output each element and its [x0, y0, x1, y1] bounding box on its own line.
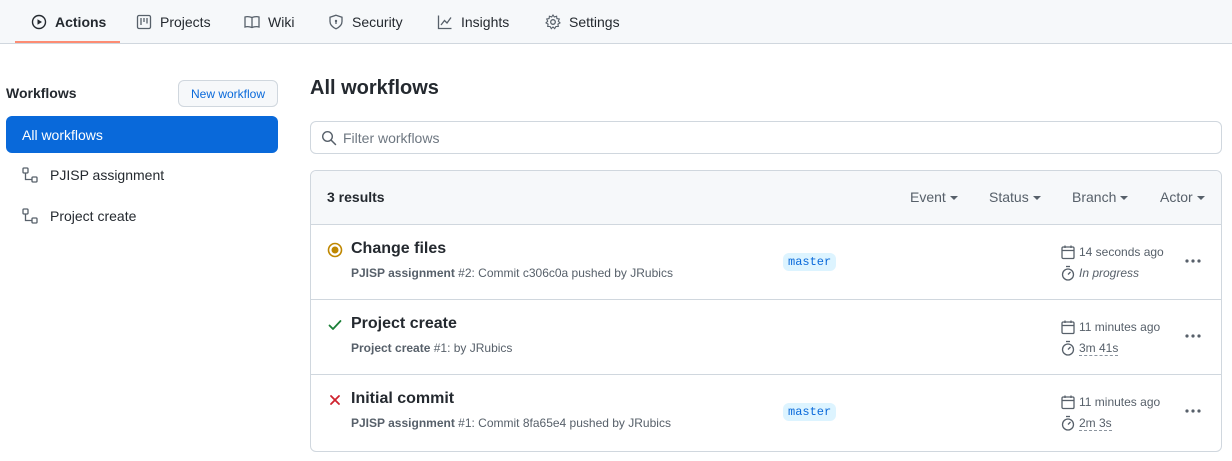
workflow-run-row[interactable]: Initial commit PJISP assignment #1: Comm…: [311, 375, 1221, 450]
shield-icon: [328, 14, 344, 30]
search-icon: [321, 130, 337, 146]
filter-label: Status: [989, 189, 1029, 205]
chevron-down-icon: [1032, 196, 1041, 200]
filter-label: Branch: [1072, 189, 1117, 205]
sidebar-title: Workflows: [6, 85, 77, 101]
workflow-runs-list: 3 results Event Status Branch Actor Chan…: [310, 170, 1222, 452]
sidebar-item-label: Project create: [50, 207, 137, 224]
workflow-icon: [22, 166, 38, 183]
run-meta: Project create #1: by JRubics: [351, 341, 512, 355]
sidebar-item-project-create[interactable]: Project create: [6, 197, 278, 234]
chevron-down-icon: [949, 196, 958, 200]
kebab-horizontal-icon[interactable]: [1184, 327, 1202, 345]
sidebar-item-label: PJISP assignment: [50, 166, 165, 183]
new-workflow-button[interactable]: New workflow: [178, 80, 278, 107]
calendar-icon: [1060, 319, 1076, 335]
calendar-icon: [1060, 394, 1076, 410]
x-icon: [327, 392, 343, 408]
tab-settings[interactable]: Settings: [545, 0, 620, 44]
in-progress-icon: [327, 242, 343, 258]
filter-workflows-input[interactable]: [343, 126, 1203, 150]
kebab-horizontal-icon[interactable]: [1184, 252, 1202, 270]
actor-filter-dropdown[interactable]: Actor: [1160, 189, 1205, 205]
run-duration: In progress: [1060, 265, 1139, 281]
results-count: 3 results: [327, 189, 385, 205]
run-title-link[interactable]: Change files: [351, 240, 446, 258]
run-detail: #1: Commit 8fa65e4 pushed by JRubics: [454, 416, 671, 430]
filter-box: [310, 121, 1222, 154]
stopwatch-icon: [1060, 340, 1076, 356]
project-icon: [136, 14, 152, 30]
run-workflow-name: PJISP assignment: [351, 416, 455, 430]
branch-label[interactable]: master: [783, 403, 837, 421]
kebab-horizontal-icon[interactable]: [1184, 402, 1202, 420]
run-detail: #2: Commit c306c0a pushed by JRubics: [454, 266, 673, 280]
tab-label: Actions: [55, 14, 107, 30]
tab-label: Insights: [461, 14, 510, 30]
run-started: 14 seconds ago: [1060, 244, 1164, 260]
page-title: All workflows: [310, 77, 439, 99]
run-started: 11 minutes ago: [1060, 319, 1160, 335]
filter-label: Event: [910, 189, 946, 205]
run-title-link[interactable]: Initial commit: [351, 390, 454, 408]
run-time-ago: 11 minutes ago: [1079, 395, 1161, 409]
run-time-ago: 11 minutes ago: [1079, 320, 1161, 334]
status-filter-dropdown[interactable]: Status: [989, 189, 1041, 205]
tab-actions[interactable]: Actions: [31, 0, 106, 44]
tab-security[interactable]: Security: [328, 0, 403, 44]
run-workflow-name: PJISP assignment: [351, 266, 455, 280]
run-duration-value: 2m 3s: [1079, 415, 1112, 431]
tab-insights[interactable]: Insights: [437, 0, 509, 44]
repo-tab-nav: Actions Projects Wiki Security Insights …: [0, 0, 1232, 44]
run-time-ago: 14 seconds ago: [1079, 245, 1164, 259]
run-duration-value: 3m 41s: [1079, 340, 1119, 356]
tab-wiki[interactable]: Wiki: [244, 0, 294, 44]
branch-filter-dropdown[interactable]: Branch: [1072, 189, 1129, 205]
run-duration-value: In progress: [1079, 266, 1140, 280]
calendar-icon: [1060, 244, 1076, 260]
graph-icon: [437, 14, 453, 30]
book-icon: [244, 14, 260, 30]
tab-projects[interactable]: Projects: [136, 0, 211, 44]
sidebar-item-pjisp-assignment[interactable]: PJISP assignment: [6, 156, 278, 193]
check-icon: [327, 317, 343, 333]
run-meta: PJISP assignment #1: Commit 8fa65e4 push…: [351, 416, 671, 430]
chevron-down-icon: [1196, 196, 1205, 200]
play-icon: [31, 14, 47, 30]
run-started: 11 minutes ago: [1060, 394, 1160, 410]
tab-label: Wiki: [268, 14, 295, 30]
run-detail: #1: by JRubics: [430, 341, 513, 355]
stopwatch-icon: [1060, 265, 1076, 281]
tab-label: Security: [352, 14, 403, 30]
run-meta: PJISP assignment #2: Commit c306c0a push…: [351, 266, 673, 280]
run-duration: 3m 41s: [1060, 340, 1119, 356]
workflow-run-row[interactable]: Project create Project create #1: by JRu…: [311, 300, 1221, 375]
run-duration: 2m 3s: [1060, 415, 1112, 431]
tab-label: Projects: [160, 14, 211, 30]
results-header: 3 results Event Status Branch Actor: [311, 171, 1221, 225]
sidebar-item-all-workflows[interactable]: All workflows: [6, 116, 278, 153]
tab-label: Settings: [569, 14, 620, 30]
stopwatch-icon: [1060, 415, 1076, 431]
workflow-run-row[interactable]: Change files PJISP assignment #2: Commit…: [311, 225, 1221, 300]
event-filter-dropdown[interactable]: Event: [910, 189, 958, 205]
sidebar-item-label: All workflows: [22, 126, 103, 143]
run-workflow-name: Project create: [351, 341, 431, 355]
workflow-icon: [22, 207, 38, 224]
selected-tab-indicator: [15, 41, 120, 43]
branch-label[interactable]: master: [783, 253, 837, 271]
run-title-link[interactable]: Project create: [351, 315, 457, 333]
chevron-down-icon: [1120, 196, 1129, 200]
gear-icon: [545, 14, 561, 30]
filter-label: Actor: [1160, 189, 1193, 205]
